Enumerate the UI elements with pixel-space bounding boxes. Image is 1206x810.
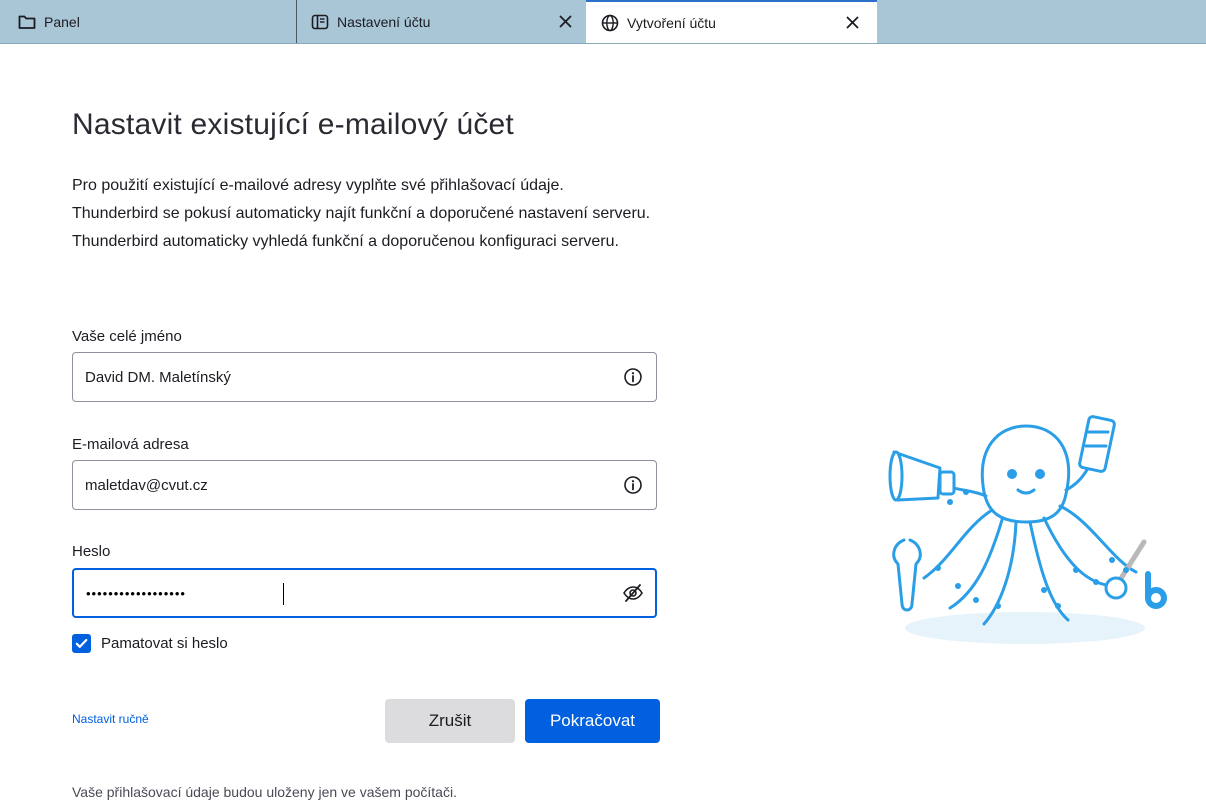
tab-panel-label: Panel <box>44 13 80 30</box>
tab-account-setup-label: Vytvoření účtu <box>627 14 716 31</box>
close-icon[interactable] <box>841 11 863 33</box>
remember-checkbox[interactable] <box>72 634 91 653</box>
email-field <box>72 460 657 510</box>
remember-password[interactable]: Pamatovat si heslo <box>72 634 228 653</box>
password-field[interactable]: •••••••••••••••••• <box>72 568 657 618</box>
footer-note: Vaše přihlašovací údaje budou uloženy je… <box>72 784 457 800</box>
tab-account-setup[interactable]: Vytvoření účtu <box>586 0 877 43</box>
octopus-mascot-illustration <box>888 415 1167 644</box>
name-field <box>72 352 657 402</box>
account-settings-icon <box>310 12 330 32</box>
folder-icon <box>17 12 37 32</box>
email-input[interactable] <box>73 461 613 509</box>
remember-label: Pamatovat si heslo <box>101 635 228 652</box>
password-input[interactable]: •••••••••••••••••• <box>86 585 186 603</box>
tab-account-settings[interactable]: Nastavení účtu <box>296 0 586 43</box>
page-title: Nastavit existující e-mailový účet <box>72 108 514 141</box>
tab-account-settings-label: Nastavení účtu <box>337 13 431 30</box>
info-icon[interactable] <box>622 366 644 388</box>
globe-icon <box>600 13 620 33</box>
page-description: Pro použití existující e-mailové adresy … <box>72 172 650 256</box>
description-line: Thunderbird automaticky vyhledá funkční … <box>72 233 619 250</box>
email-label: E-mailová adresa <box>72 436 189 453</box>
cancel-button[interactable]: Zrušit <box>385 699 515 743</box>
tab-panel[interactable]: Panel <box>0 0 296 43</box>
info-icon[interactable] <box>622 474 644 496</box>
description-line: Pro použití existující e-mailové adresy … <box>72 177 564 194</box>
manual-config-link[interactable]: Nastavit ručně <box>72 712 149 726</box>
checkmark-icon <box>75 638 88 648</box>
name-label: Vaše celé jméno <box>72 328 182 345</box>
password-label: Heslo <box>72 543 111 560</box>
description-line: Thunderbird se pokusí automaticky najít … <box>72 205 651 222</box>
continue-button[interactable]: Pokračovat <box>525 699 660 743</box>
tab-bar: Panel Nastavení účtu Vytvoření účtu <box>0 0 1206 44</box>
close-icon[interactable] <box>554 10 576 32</box>
eye-slash-icon[interactable] <box>622 582 644 604</box>
name-input[interactable] <box>73 353 613 401</box>
text-caret <box>283 583 284 605</box>
